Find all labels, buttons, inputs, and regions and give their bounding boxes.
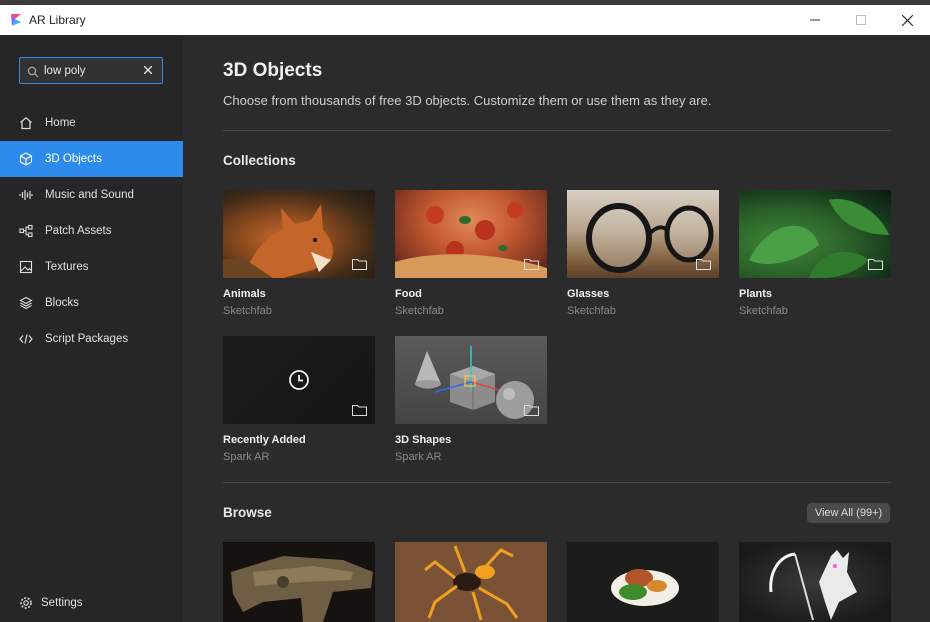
browse-heading: Browse xyxy=(223,505,272,520)
browse-item[interactable] xyxy=(567,542,719,622)
image-icon xyxy=(19,260,33,274)
block-icon xyxy=(19,296,33,310)
plants-thumbnail xyxy=(739,190,891,278)
card-source: Sketchfab xyxy=(739,305,788,317)
clear-search-button[interactable] xyxy=(142,64,154,76)
folder-icon xyxy=(524,259,539,270)
3d-shapes-thumbnail xyxy=(395,336,547,424)
folder-icon xyxy=(868,259,883,270)
card-source: Sketchfab xyxy=(223,305,272,317)
search-box[interactable] xyxy=(19,57,163,84)
folder-icon xyxy=(524,405,539,416)
cube-icon xyxy=(19,152,33,166)
title-bar: AR Library xyxy=(0,5,930,35)
sidebar-item-patch-assets[interactable]: Patch Assets xyxy=(0,213,183,249)
animals-thumbnail xyxy=(223,190,375,278)
card-source: Sketchfab xyxy=(567,305,616,317)
settings-button[interactable]: Settings xyxy=(19,596,83,610)
sidebar-item-label: Home xyxy=(45,117,76,129)
recently-added-thumbnail xyxy=(223,336,375,424)
collection-card-3d-shapes[interactable]: 3D Shapes Spark AR xyxy=(395,336,547,463)
sidebar-item-home[interactable]: Home xyxy=(0,105,183,141)
page-subtitle: Choose from thousands of free 3D objects… xyxy=(223,93,712,108)
glasses-thumbnail xyxy=(567,190,719,278)
sidebar-item-blocks[interactable]: Blocks xyxy=(0,285,183,321)
divider xyxy=(223,130,891,131)
sidebar: Home 3D Objects Music and Sound Patch As… xyxy=(0,35,183,622)
app-logo-icon xyxy=(9,12,23,28)
card-title: Glasses xyxy=(567,288,610,300)
sidebar-item-textures[interactable]: Textures xyxy=(0,249,183,285)
patch-nodes-icon xyxy=(19,224,33,238)
collection-card-glasses[interactable]: Glasses Sketchfab xyxy=(567,190,719,317)
sidebar-nav: Home 3D Objects Music and Sound Patch As… xyxy=(0,105,183,357)
folder-icon xyxy=(352,405,367,416)
sidebar-item-label: Blocks xyxy=(45,297,79,309)
folder-icon xyxy=(696,259,711,270)
search-input[interactable] xyxy=(44,64,136,77)
code-icon xyxy=(19,332,33,346)
collection-card-recently-added[interactable]: Recently Added Spark AR xyxy=(223,336,375,463)
main-content: 3D Objects Choose from thousands of free… xyxy=(183,35,930,622)
search-icon xyxy=(27,65,39,77)
close-icon xyxy=(901,14,913,26)
browse-item[interactable] xyxy=(739,542,891,622)
browse-item[interactable] xyxy=(395,542,547,622)
page-title: 3D Objects xyxy=(223,60,323,81)
sidebar-item-music-and-sound[interactable]: Music and Sound xyxy=(0,177,183,213)
card-title: 3D Shapes xyxy=(395,434,452,446)
gear-icon xyxy=(19,596,33,610)
close-button[interactable] xyxy=(884,5,930,35)
sidebar-item-label: Textures xyxy=(45,261,89,273)
minimize-button[interactable] xyxy=(792,5,838,35)
food-thumbnail xyxy=(395,190,547,278)
maximize-button[interactable] xyxy=(838,5,884,35)
card-source: Sketchfab xyxy=(395,305,444,317)
clock-icon xyxy=(289,370,309,390)
food-plate-model-thumbnail xyxy=(611,569,679,606)
clear-icon xyxy=(144,66,152,74)
browse-item[interactable] xyxy=(223,542,375,622)
minimize-icon xyxy=(810,19,820,21)
collection-card-animals[interactable]: Animals Sketchfab xyxy=(223,190,375,317)
sidebar-item-label: 3D Objects xyxy=(45,153,102,165)
card-title: Animals xyxy=(223,288,266,300)
settings-label: Settings xyxy=(41,597,83,609)
sidebar-item-3d-objects[interactable]: 3D Objects xyxy=(0,141,183,177)
window-title: AR Library xyxy=(29,13,86,27)
gun-model-thumbnail xyxy=(231,556,373,622)
sidebar-item-label: Script Packages xyxy=(45,333,129,345)
sidebar-item-label: Music and Sound xyxy=(45,189,134,201)
maximize-icon xyxy=(856,15,866,25)
view-all-button[interactable]: View All (99+) xyxy=(807,503,890,523)
card-source: Spark AR xyxy=(395,451,442,463)
divider xyxy=(223,482,891,483)
spider-model-thumbnail xyxy=(424,545,519,621)
collections-heading: Collections xyxy=(223,153,296,168)
audio-wave-icon xyxy=(19,188,33,202)
sidebar-item-label: Patch Assets xyxy=(45,225,112,237)
folder-icon xyxy=(352,259,367,270)
card-title: Food xyxy=(395,288,422,300)
collection-card-food[interactable]: Food Sketchfab xyxy=(395,190,547,317)
reaper-model-thumbnail xyxy=(769,550,857,621)
card-source: Spark AR xyxy=(223,451,270,463)
sidebar-item-script-packages[interactable]: Script Packages xyxy=(0,321,183,357)
card-title: Recently Added xyxy=(223,434,306,446)
home-icon xyxy=(19,116,33,130)
card-title: Plants xyxy=(739,288,773,300)
collection-card-plants[interactable]: Plants Sketchfab xyxy=(739,190,891,317)
